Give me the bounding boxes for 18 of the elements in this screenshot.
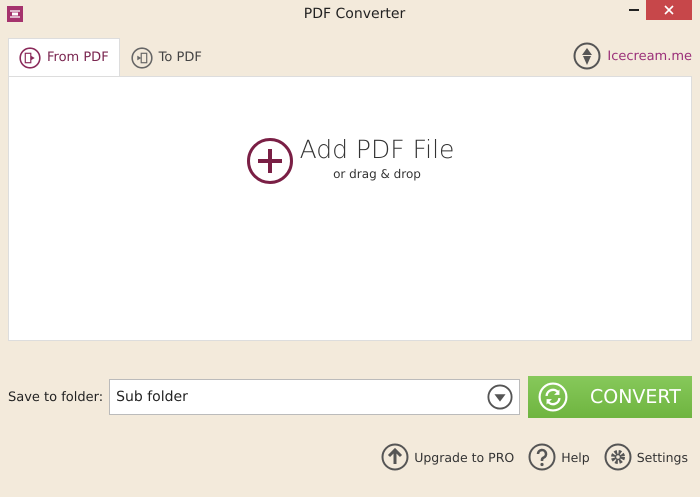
window-title: PDF Converter (302, 6, 406, 22)
add-file-button[interactable]: Add PDF File or drag & drop (246, 133, 454, 189)
minimize-icon (629, 8, 639, 12)
footer-link[interactable]: Settings (604, 443, 688, 471)
refresh-icon (538, 382, 568, 412)
footer-link[interactable]: Upgrade to PRO (381, 443, 514, 471)
close-button[interactable] (646, 0, 692, 20)
app-icon (7, 6, 23, 22)
tab[interactable]: To PDF (120, 38, 213, 76)
save-folder-label: Save to folder: (8, 390, 104, 404)
settings-icon (604, 443, 632, 471)
tab[interactable]: From PDF (8, 38, 120, 76)
footer-link[interactable]: Help (528, 443, 590, 471)
help-icon (528, 443, 556, 471)
plus-icon (246, 137, 294, 185)
icecream-link[interactable]: Icecream.me (573, 42, 692, 70)
folder-dropdown[interactable]: Sub folder (109, 379, 520, 415)
close-icon (664, 5, 674, 15)
